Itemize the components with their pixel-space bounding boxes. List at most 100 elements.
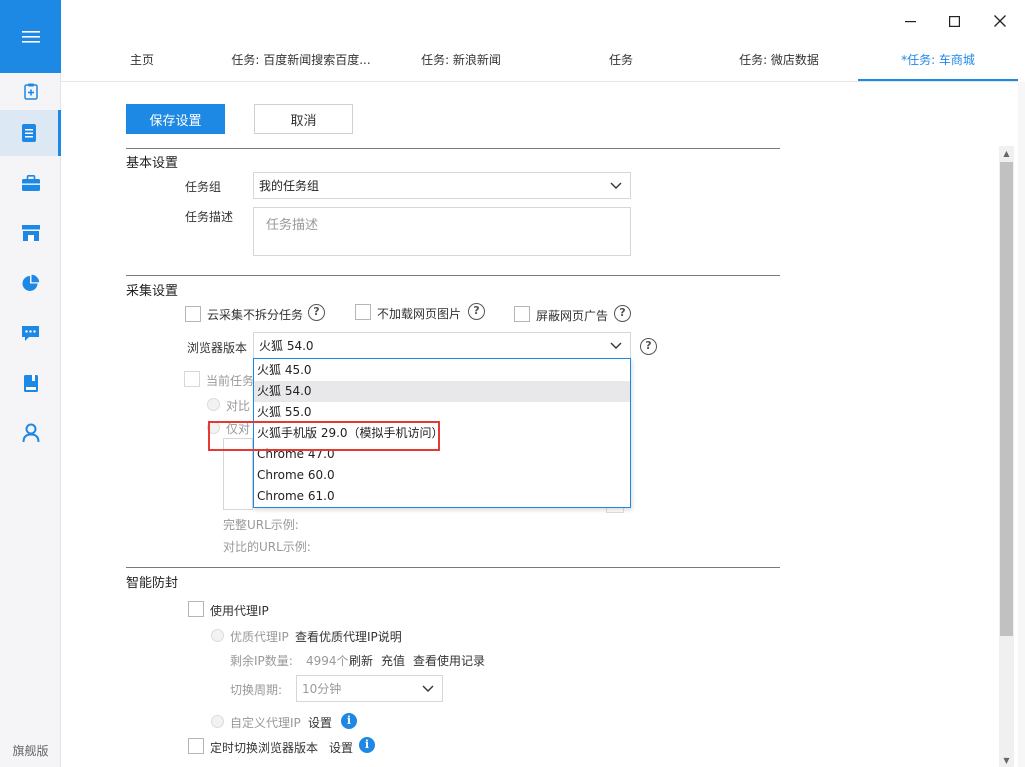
dropdown-option[interactable]: 火狐 54.0 <box>254 381 630 402</box>
tab-sina-news[interactable]: 任务: 新浪新闻 <box>401 44 521 81</box>
info-icon[interactable]: i <box>341 713 357 729</box>
chevron-down-icon <box>422 685 434 692</box>
help-icon[interactable]: ? <box>308 304 325 321</box>
view-records-link[interactable]: 查看使用记录 <box>413 652 485 669</box>
document-icon <box>22 124 36 142</box>
tab-home[interactable]: 主页 <box>101 44 183 81</box>
current-task-label: 当前任务 <box>206 374 255 388</box>
timed-switch-label: 定时切换浏览器版本 <box>210 741 319 755</box>
message-icon <box>22 325 39 341</box>
compare-radio[interactable] <box>207 398 220 411</box>
use-proxy-label: 使用代理IP <box>210 604 269 618</box>
no-images-checkbox[interactable] <box>355 304 371 320</box>
no-images-label: 不加载网页图片 <box>377 307 462 321</box>
switch-period-label: 切换周期: <box>230 683 283 697</box>
scroll-down-arrow-icon[interactable]: ▼ <box>999 753 1014 767</box>
sidebar-item-tutorial[interactable] <box>0 360 61 406</box>
remaining-ip-label: 剩余IP数量: <box>230 654 293 668</box>
sidebar-item-store[interactable] <box>0 210 61 256</box>
recharge-link[interactable]: 充值 <box>381 652 405 669</box>
tab-car-mall[interactable]: *任务: 车商城 <box>858 44 1018 81</box>
dropdown-option[interactable]: 火狐 55.0 <box>254 402 630 423</box>
minimize-icon <box>904 20 916 22</box>
vertical-scrollbar[interactable]: ▲ ▼ <box>999 146 1014 767</box>
user-icon <box>22 423 39 443</box>
menu-icon <box>21 30 40 43</box>
minimize-button[interactable] <box>896 8 924 34</box>
tab-bar: 主页 任务: 百度新闻搜索百度... 任务: 新浪新闻 任务 任务: 微店数据 … <box>61 44 1018 82</box>
info-icon[interactable]: i <box>359 737 375 753</box>
chevron-down-icon <box>610 342 622 349</box>
timed-switch-settings-link[interactable]: 设置 <box>329 739 353 756</box>
quality-proxy-info-link[interactable]: 查看优质代理IP说明 <box>295 628 402 645</box>
highlight-annotation-box <box>208 421 440 451</box>
sidebar-item-tasks[interactable] <box>0 110 61 156</box>
switch-period-value: 10分钟 <box>302 682 342 696</box>
right-edge-strip <box>1018 82 1025 767</box>
switch-period-select[interactable]: 10分钟 <box>296 675 443 702</box>
book-icon <box>23 374 38 392</box>
help-icon[interactable]: ? <box>468 303 485 320</box>
custom-proxy-settings-link[interactable]: 设置 <box>308 714 332 731</box>
task-desc-input[interactable]: 任务描述 <box>253 207 631 256</box>
block-ads-label: 屏蔽网页广告 <box>536 309 609 323</box>
sidebar-item-account[interactable] <box>0 410 61 456</box>
pie-chart-icon <box>22 274 40 291</box>
compare-label: 对比 <box>226 399 251 413</box>
save-settings-button[interactable]: 保存设置 <box>126 104 225 134</box>
task-group-value: 我的任务组 <box>259 179 320 193</box>
tab-task[interactable]: 任务 <box>581 44 661 81</box>
scroll-thumb[interactable] <box>1000 162 1013 636</box>
anti-block-title: 智能防封 <box>126 576 179 591</box>
custom-proxy-radio[interactable] <box>211 715 224 728</box>
basic-settings-title: 基本设置 <box>126 156 179 171</box>
close-icon <box>994 15 1006 27</box>
scroll-up-arrow-icon[interactable]: ▲ <box>999 146 1014 160</box>
collect-settings-title: 采集设置 <box>126 284 179 299</box>
sidebar-item-stats[interactable] <box>0 260 61 306</box>
task-group-label: 任务组 <box>185 180 222 194</box>
task-group-select[interactable]: 我的任务组 <box>253 172 631 199</box>
sidebar: 旗舰版 <box>0 0 61 767</box>
cloud-no-split-checkbox[interactable] <box>185 306 201 322</box>
block-ads-checkbox[interactable] <box>514 306 530 322</box>
browser-version-select[interactable]: 火狐 54.0 <box>253 332 631 359</box>
browser-version-label: 浏览器版本 <box>187 341 248 355</box>
cloud-no-split-label: 云采集不拆分任务 <box>207 308 304 322</box>
use-proxy-checkbox[interactable] <box>188 601 204 617</box>
browser-version-value: 火狐 54.0 <box>259 339 314 353</box>
dropdown-option[interactable]: Chrome 61.0 <box>254 486 630 507</box>
close-button[interactable] <box>986 8 1014 34</box>
maximize-button[interactable] <box>940 8 968 34</box>
refresh-link[interactable]: 刷新 <box>349 652 373 669</box>
full-url-example-label: 完整URL示例: <box>223 518 299 532</box>
dropdown-option[interactable]: 火狐 45.0 <box>254 360 630 381</box>
sidebar-item-messages[interactable] <box>0 310 61 356</box>
toolbox-icon <box>21 174 40 191</box>
custom-proxy-label: 自定义代理IP <box>230 716 301 730</box>
task-desc-label: 任务描述 <box>185 210 234 224</box>
maximize-icon <box>948 15 960 27</box>
quality-proxy-radio[interactable] <box>211 629 224 642</box>
cancel-button[interactable]: 取消 <box>254 104 353 134</box>
remaining-ip-value: 4994个 <box>306 654 349 668</box>
clipboard-add-icon <box>23 83 38 100</box>
app-window: 旗舰版 主页 任务: 百度新闻搜索百度... 任务: 新浪新闻 任务 任务: 微… <box>0 0 1025 767</box>
section-divider <box>126 275 780 276</box>
menu-button[interactable] <box>0 0 61 73</box>
section-divider <box>126 148 780 149</box>
timed-switch-checkbox[interactable] <box>188 738 204 754</box>
help-icon[interactable]: ? <box>614 305 631 322</box>
store-icon <box>21 225 40 241</box>
sidebar-item-new-task[interactable] <box>0 73 61 109</box>
compare-url-example-label: 对比的URL示例: <box>223 540 311 554</box>
tab-weidian[interactable]: 任务: 微店数据 <box>721 44 837 81</box>
edition-label: 旗舰版 <box>12 744 49 758</box>
tab-baidu-news[interactable]: 任务: 百度新闻搜索百度... <box>221 44 381 81</box>
help-icon[interactable]: ? <box>640 338 657 355</box>
section-divider <box>126 567 780 568</box>
current-task-checkbox[interactable] <box>184 371 200 387</box>
sidebar-item-tools[interactable] <box>0 160 61 206</box>
dropdown-option[interactable]: Chrome 60.0 <box>254 465 630 486</box>
quality-proxy-label: 优质代理IP <box>230 630 289 644</box>
